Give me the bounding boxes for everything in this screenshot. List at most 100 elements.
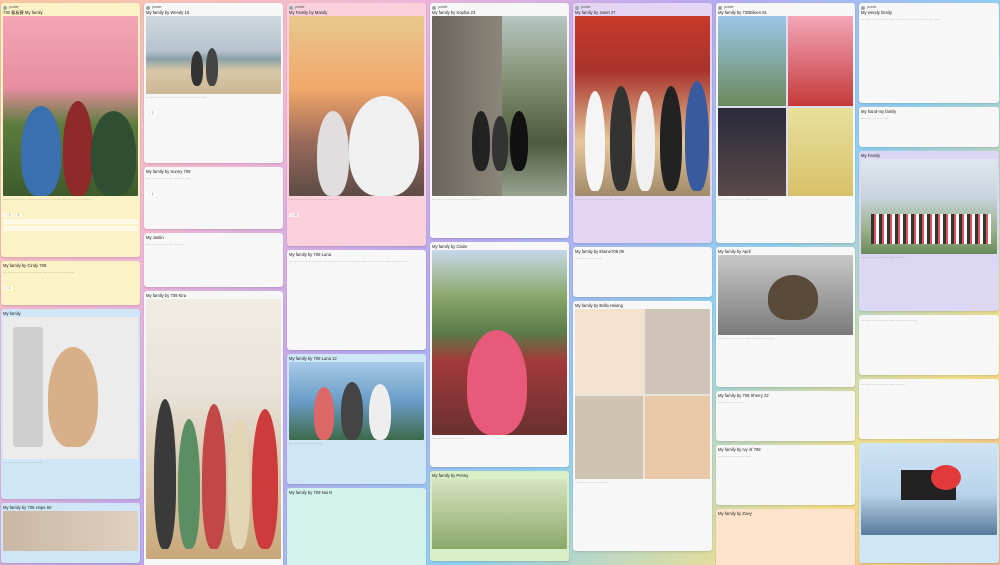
post-body: ····· ····· ···· ····· ······ ··· ······… [3, 198, 93, 202]
post-body: ···· ····· ···· ····· ···· ····· [432, 437, 466, 441]
avatar [289, 5, 293, 10]
post-body: ···· ····· ···· ····· ···· ····· ···· ··… [861, 383, 906, 387]
comment-box[interactable] [3, 219, 138, 224]
avatar [432, 5, 436, 10]
post-title: My hand-my family [861, 109, 897, 114]
avatar [3, 5, 7, 10]
avatar [718, 5, 722, 10]
post-title: My family by Elaine706 09 [575, 249, 624, 254]
post-photo[interactable] [146, 299, 281, 559]
post-card[interactable]: My family by Elaine706 09 ···· ····· ···… [573, 247, 712, 297]
post-card[interactable]: poster My family by 730Eileen 61 ···· ··… [716, 3, 855, 243]
like-button[interactable]: ♡ 2 [146, 110, 156, 115]
post-title: My family by Zoey [718, 511, 752, 516]
post-card[interactable]: poster My family by Sophia 23 ···· ·····… [430, 3, 569, 238]
post-body: ···· ····· ···· ····· ···· ····· ···· ··… [575, 198, 625, 202]
post-card[interactable]: ···· ····· ···· ····· ···· ····· ···· ··… [859, 379, 999, 439]
post-photo[interactable] [3, 511, 138, 551]
column-5: poster My family by Janet 27 ···· ····· … [572, 0, 713, 565]
post-photo[interactable] [861, 159, 997, 254]
post-title: My family by 708 Sherry 22 [718, 393, 769, 398]
post-card[interactable]: My family by 708 Sherry 22 ···· ····· ··… [716, 391, 855, 441]
post-photo[interactable] [861, 445, 997, 535]
post-body: ···· ····· ····· ···· ···· ····· ····· [3, 461, 43, 465]
post-body: ···· ····· ···· ····· ···· ····· ···· ··… [861, 256, 906, 260]
post-photo[interactable] [432, 250, 567, 435]
post-title: My family by Sunny 709 [146, 169, 191, 174]
post-title: My family by Cindy 708 [3, 263, 47, 268]
post-card[interactable]: poster My Family by Mandy ···· ····· ···… [287, 3, 426, 246]
post-title: My wendy family [861, 10, 892, 15]
post-body: ··· ····· ···· ····· ····· ···· ··· ····… [146, 96, 206, 100]
post-card[interactable]: My Justin ···· ····· ···· ····· ···· ···… [144, 233, 283, 287]
avatar [575, 5, 579, 10]
reply-count[interactable]: 2 [15, 212, 22, 217]
post-card[interactable]: poster My family by Janet 27 ···· ····· … [573, 3, 712, 243]
post-photo[interactable] [575, 309, 710, 479]
post-body: ···· ····· ···· ····· ···· ····· [575, 481, 609, 485]
post-card[interactable] [859, 443, 999, 563]
post-card[interactable]: My Family ···· ····· ···· ····· ···· ···… [859, 151, 999, 311]
post-card[interactable]: My family by Ivy of 708 ···· ····· ···· … [716, 445, 855, 505]
post-photo[interactable] [432, 479, 567, 549]
post-body: ···· ····· ···· ····· ···· ····· ···· ··… [861, 18, 940, 22]
post-card[interactable]: My family by 709 Luna 12 ···· ····· ····… [287, 354, 426, 484]
post-photo[interactable] [575, 16, 710, 196]
post-photo[interactable] [3, 16, 138, 196]
post-card[interactable]: ···· ····· ···· ····· ···· ····· ···· ··… [859, 315, 999, 375]
post-card[interactable]: My family by Penny [430, 471, 569, 561]
post-photo[interactable] [146, 16, 281, 94]
post-body: ···· ····· ····· ···· ···· ····· ····· ·… [3, 271, 75, 275]
post-card[interactable]: My family by Sunny 709 ···· ····· ···· ·… [144, 167, 283, 229]
post-body: ···· ····· ···· ····· ···· ····· ···· ··… [289, 260, 408, 264]
avatar [861, 5, 865, 10]
post-card[interactable]: My family by Claire ···· ····· ···· ····… [430, 242, 569, 467]
post-body: ···· ····· ···· ····· ···· ····· ···· ··… [718, 337, 774, 341]
post-body: ···· ····· ···· ····· ···· ····· ···· ··… [289, 198, 339, 202]
post-photo[interactable] [432, 16, 567, 196]
post-card[interactable]: poster My family by Wendy 16 ··· ····· ·… [144, 3, 283, 163]
column-6: poster My family by 730Eileen 61 ···· ··… [715, 0, 856, 565]
avatar [146, 5, 150, 10]
post-card[interactable]: My family by April ···· ····· ···· ·····… [716, 247, 855, 387]
like-button[interactable]: ♡ 1 [146, 191, 156, 196]
post-body: ···· ····· ···· ····· ···· [718, 401, 745, 405]
post-body: ···· ····· ···· ····· ···· ····· [718, 455, 752, 459]
comment-box[interactable] [3, 226, 138, 231]
post-body: ···· ····· ···· ····· ···· ····· ···· ··… [432, 198, 482, 202]
column-4: poster My family by Sophia 23 ···· ·····… [429, 0, 570, 565]
post-body: ···· ····· ···· ····· ···· [861, 117, 888, 121]
post-body: ···· ····· ···· ····· ···· ····· ···· ··… [146, 177, 191, 181]
post-title: My family by Ivy of 708 [718, 447, 761, 452]
like-button[interactable]: ♡ 1 [3, 285, 13, 290]
like-button[interactable]: ♡ 3 [289, 212, 299, 217]
column-3: poster My Family by Mandy ···· ····· ···… [286, 0, 427, 565]
post-card[interactable]: My family by 709 Nai N [287, 488, 426, 565]
post-body: ···· ····· ···· ····· ···· ····· ···· [146, 243, 185, 247]
post-card[interactable]: poster 730 看板賽 My family ····· ····· ···… [1, 3, 140, 257]
post-body: ···· ····· ···· ····· ···· ····· ···· ··… [718, 198, 768, 202]
post-card[interactable]: My family by 709 Luna ···· ····· ···· ··… [287, 250, 426, 350]
post-photo[interactable] [718, 255, 853, 335]
like-button[interactable]: ♡ 2 [3, 212, 13, 217]
post-card[interactable]: My family ···· ····· ····· ···· ···· ···… [1, 309, 140, 499]
post-photo[interactable] [3, 317, 138, 459]
post-photo[interactable] [289, 16, 424, 196]
post-title: My family by 709 Luna [289, 252, 331, 257]
post-title: My Justin [146, 235, 164, 240]
column-1: poster 730 看板賽 My family ····· ····· ···… [0, 0, 141, 565]
post-card[interactable]: poster My wendy family ···· ····· ···· ·… [859, 3, 999, 103]
wall-board: { "cards": { "c1": {"title":"730 看板賽 My … [0, 0, 1000, 565]
post-card[interactable]: My family by 708 Hope 50 [1, 503, 140, 563]
post-card[interactable]: My family by 709 Kira [144, 291, 283, 565]
post-card[interactable]: My family by Cindy 708 ···· ····· ····· … [1, 261, 140, 305]
post-card[interactable]: My family by Zoey [716, 509, 855, 565]
post-photo[interactable] [718, 16, 853, 196]
post-card[interactable]: My family by Bella Hsiang ···· ····· ···… [573, 301, 712, 551]
column-7: poster My wendy family ···· ····· ···· ·… [858, 0, 1000, 565]
post-body: ···· ····· ···· ····· ···· ····· ···· ··… [861, 319, 917, 323]
post-title: My family by 709 Nai N [289, 490, 333, 495]
post-photo[interactable] [289, 362, 424, 440]
post-body: ···· ····· ···· ····· ···· [575, 257, 602, 261]
post-card[interactable]: My hand-my family ···· ····· ···· ····· … [859, 107, 999, 147]
